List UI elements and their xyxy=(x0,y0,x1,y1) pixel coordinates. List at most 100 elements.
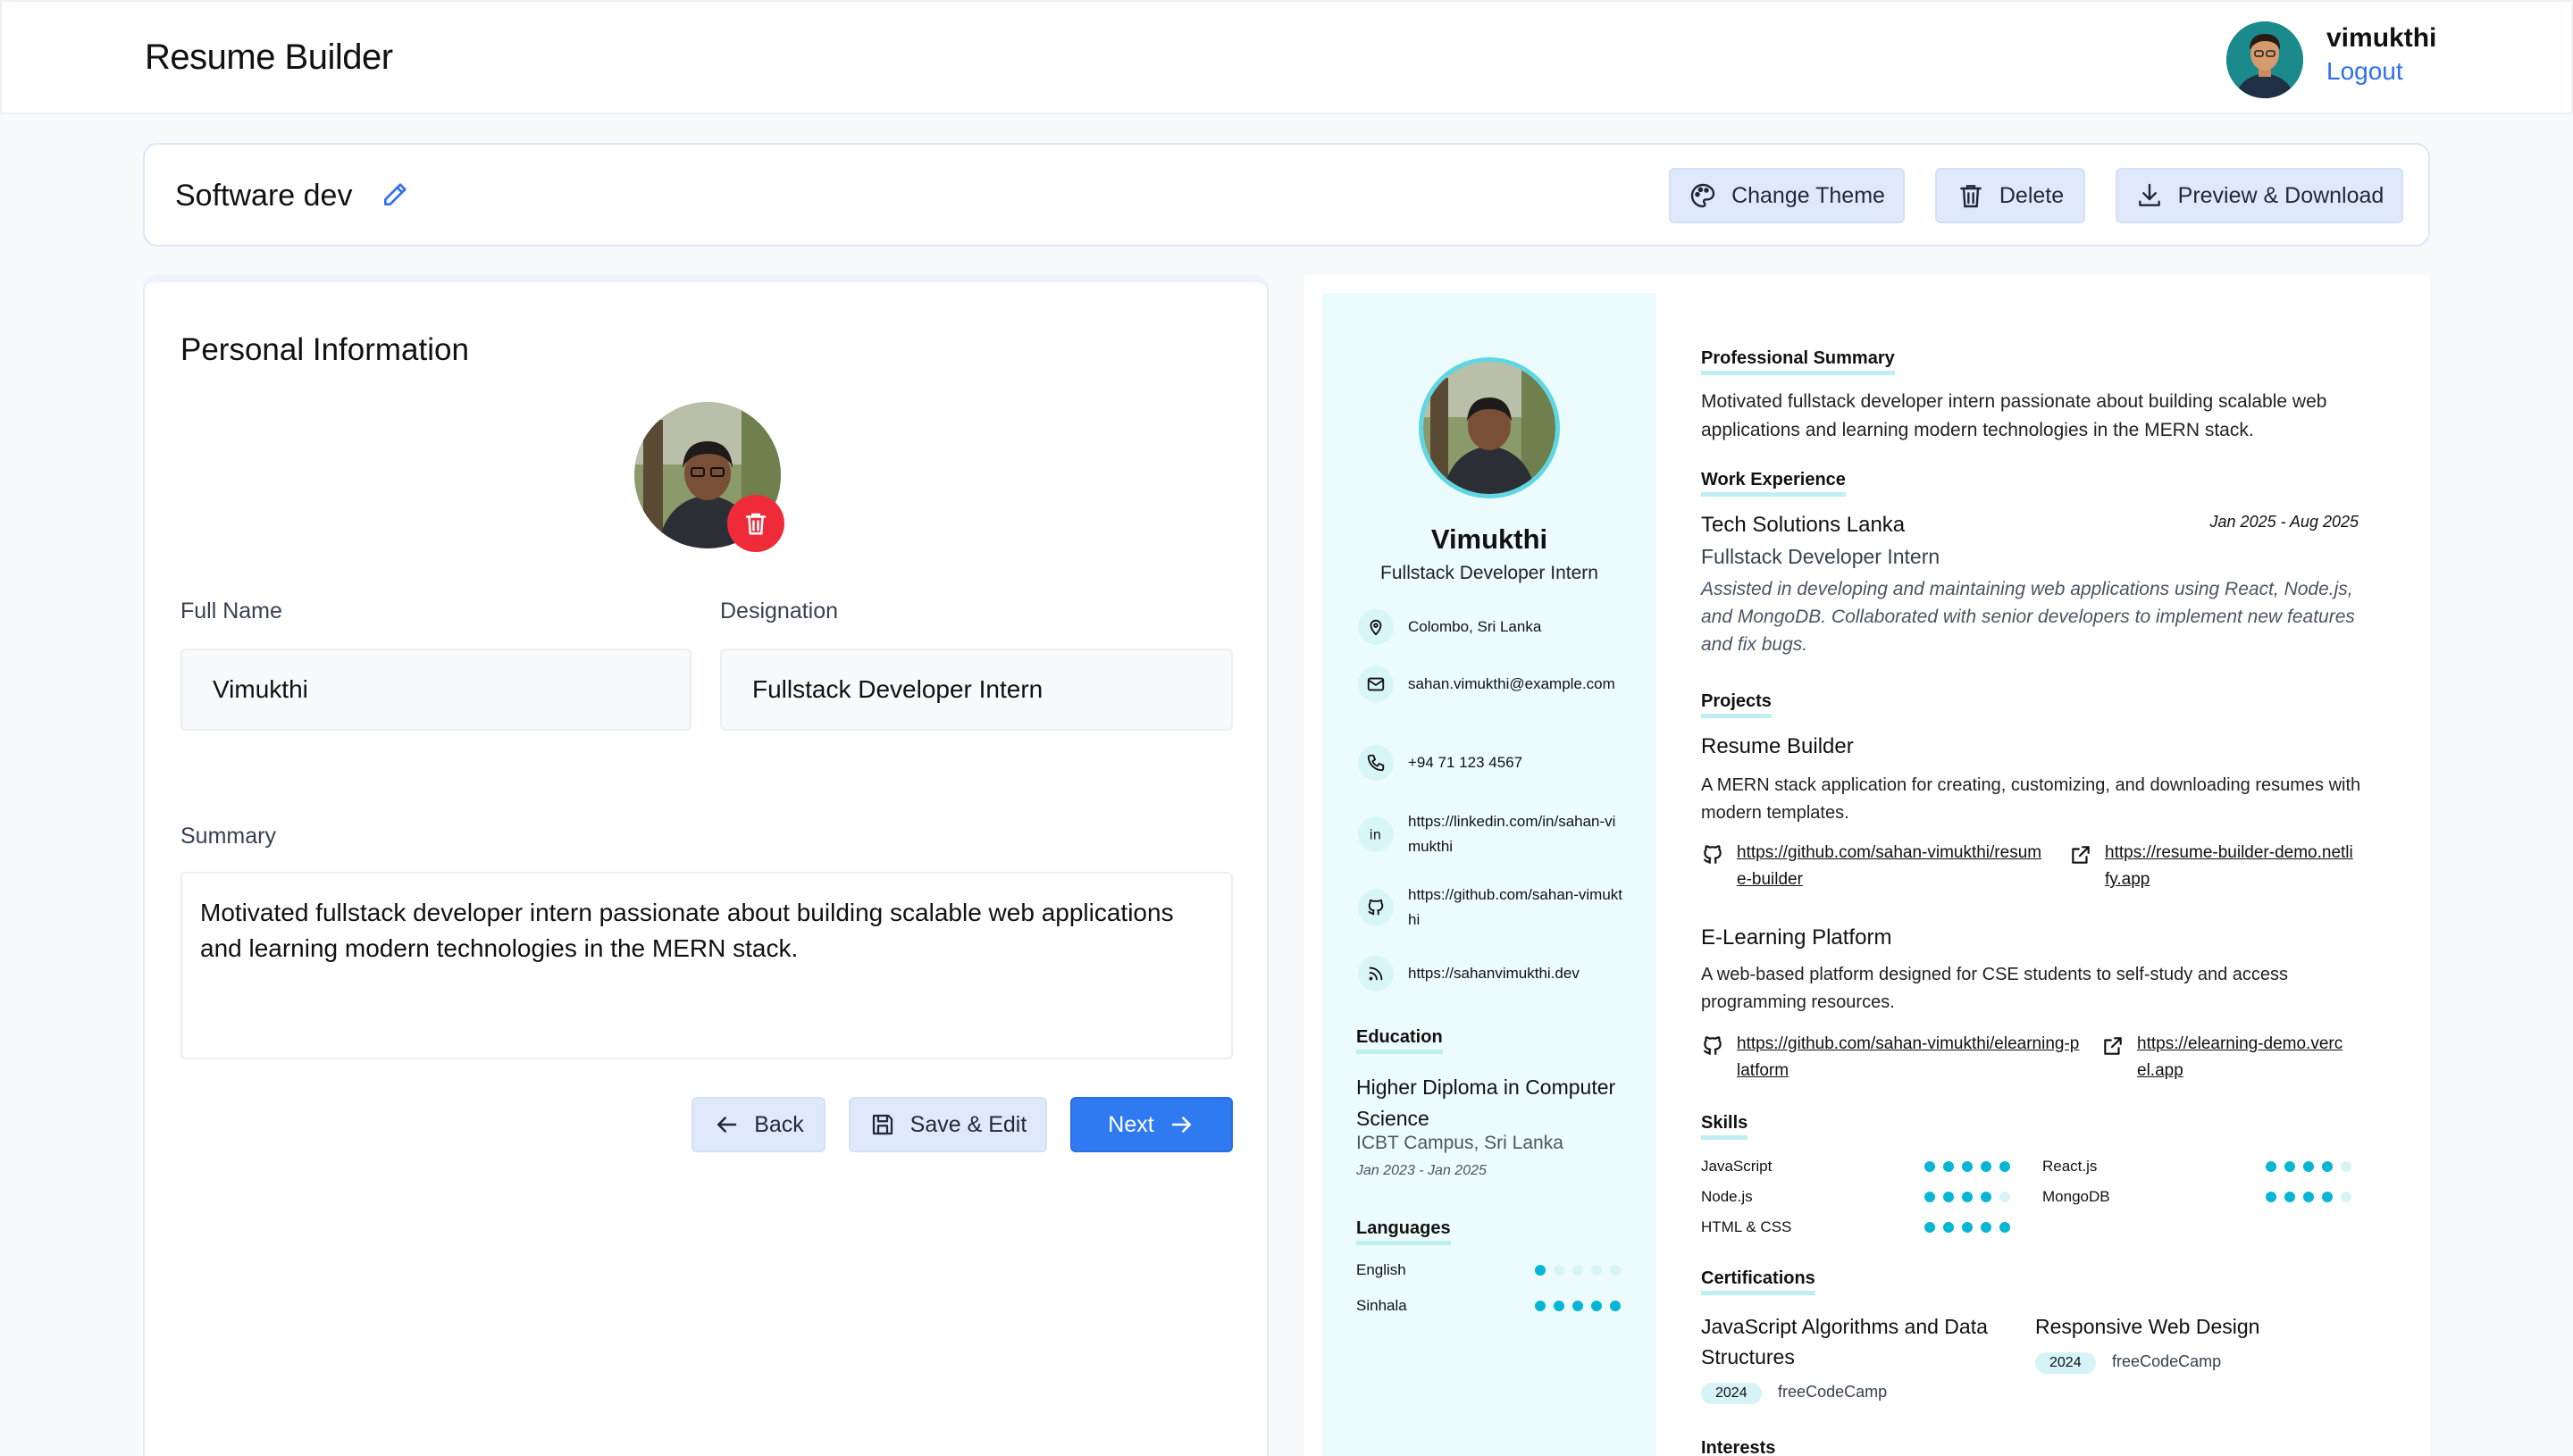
education-dates: Jan 2023 - Jan 2025 xyxy=(1356,1163,1487,1178)
designation-input[interactable]: Fullstack Developer Intern xyxy=(720,649,1233,731)
preview-download-button[interactable]: Preview & Download xyxy=(2116,168,2403,223)
linkedin-icon: in xyxy=(1358,816,1394,852)
project-description: A MERN stack application for creating, c… xyxy=(1701,775,2361,823)
resume-toolbar: Software dev Change Theme Delete Preview… xyxy=(143,143,2430,247)
summary-heading: Professional Summary xyxy=(1701,348,1895,375)
profile-photo[interactable] xyxy=(634,402,784,552)
project-github-link[interactable]: https://github.com/sahan-vimukthi/resume… xyxy=(1737,840,2046,893)
full-name-input[interactable]: Vimukthi xyxy=(180,649,691,731)
contact-phone: +94 71 123 4567 xyxy=(1358,745,1628,781)
rating-dot-filled xyxy=(2303,1192,2314,1202)
rating-dot-empty xyxy=(2341,1161,2351,1172)
preview-name: Vimukthi xyxy=(1430,523,1548,555)
certification-meta: 2024 freeCodeCamp xyxy=(1701,1383,1887,1404)
certification-title: Responsive Web Design xyxy=(2035,1315,2260,1338)
language-rating xyxy=(1535,1265,1621,1276)
rating-dot-empty xyxy=(1999,1192,2010,1202)
save-edit-button[interactable]: Save & Edit xyxy=(849,1097,1047,1152)
skill-name: Node.js xyxy=(1701,1188,1753,1205)
save-icon xyxy=(872,1114,893,1135)
project-live-link[interactable]: https://resume-builder-demo.netlify.app xyxy=(2105,840,2355,893)
rating-dot-filled xyxy=(1999,1161,2010,1172)
contact-github: https://github.com/sahan-vimukthi xyxy=(1358,883,1628,933)
contact-phone-text: +94 71 123 4567 xyxy=(1408,754,1523,771)
rating-dot-empty xyxy=(2341,1192,2351,1202)
rating-dot-filled xyxy=(1962,1222,1973,1233)
contact-website-text: https://sahanvimukthi.dev xyxy=(1408,965,1580,982)
certification-year: 2024 xyxy=(1701,1383,1762,1404)
summary-textarea[interactable]: Motivated fullstack developer intern pas… xyxy=(180,872,1233,1059)
contact-linkedin: in https://linkedin.com/in/sahan-vimukth… xyxy=(1358,809,1628,859)
back-button[interactable]: Back xyxy=(691,1097,826,1152)
trash-icon xyxy=(1959,185,1982,208)
rating-dot-filled xyxy=(1981,1161,1991,1172)
experience-description: Assisted in developing and maintaining w… xyxy=(1701,579,2355,655)
trash-icon xyxy=(745,513,767,535)
personal-info-form: Personal Information Full Name Vimukthi … xyxy=(143,275,1269,1456)
rating-dot-empty xyxy=(1572,1265,1583,1276)
education-degree: Higher Diploma in Computer Science xyxy=(1356,1075,1616,1130)
palette-icon xyxy=(1690,183,1715,208)
languages-heading: Languages xyxy=(1356,1218,1451,1245)
certifications-heading: Certifications xyxy=(1701,1268,1815,1295)
contact-location-text: Colombo, Sri Lanka xyxy=(1408,618,1542,635)
projects-heading: Projects xyxy=(1701,691,1772,718)
project-github: https://github.com/sahan-vimukthi/resume… xyxy=(1701,840,2058,893)
avatar[interactable] xyxy=(2226,21,2303,98)
rating-dot-filled xyxy=(2284,1192,2295,1202)
rating-dot-filled xyxy=(1981,1192,1991,1202)
rating-dot-filled xyxy=(2284,1161,2295,1172)
designation-label: Designation xyxy=(720,598,839,623)
logout-link[interactable]: Logout xyxy=(2326,57,2403,86)
skill-rating xyxy=(2266,1161,2351,1172)
delete-label: Delete xyxy=(1999,182,2065,208)
github-icon xyxy=(1704,1036,1722,1055)
rating-dot-filled xyxy=(1924,1161,1935,1172)
skill-rating xyxy=(1924,1192,2010,1202)
change-theme-button[interactable]: Change Theme xyxy=(1669,168,1905,223)
language-name: Sinhala xyxy=(1356,1297,1407,1314)
change-theme-label: Change Theme xyxy=(1731,182,1885,208)
project-live-link[interactable]: https://elearning-demo.vercel.app xyxy=(2137,1031,2351,1084)
project-github-link[interactable]: https://github.com/sahan-vimukthi/elearn… xyxy=(1737,1031,2082,1084)
certification-meta: 2024 freeCodeCamp xyxy=(2035,1352,2221,1374)
back-label: Back xyxy=(754,1111,804,1137)
interests-heading: Interests xyxy=(1701,1438,1775,1456)
project-live: https://resume-builder-demo.netlify.app xyxy=(2069,840,2364,893)
download-icon xyxy=(2138,183,2160,206)
rating-dot-filled xyxy=(2303,1161,2314,1172)
arrow-left-icon xyxy=(717,1117,737,1133)
project-description: A web-based platform designed for CSE st… xyxy=(1701,965,2289,1012)
rating-dot-filled xyxy=(2322,1161,2333,1172)
section-title: Personal Information xyxy=(180,332,469,367)
skill-name: React.js xyxy=(2042,1158,2098,1175)
summary-text: Motivated fullstack developer intern pas… xyxy=(1701,391,2327,440)
next-label: Next xyxy=(1108,1111,1154,1137)
rating-dot-filled xyxy=(1962,1161,1973,1172)
delete-button[interactable]: Delete xyxy=(1935,168,2085,223)
experience-dates: Jan 2025 - Aug 2025 xyxy=(2209,513,2359,531)
rating-dot-filled xyxy=(1924,1192,1935,1202)
email-icon xyxy=(1358,666,1394,702)
pencil-icon[interactable] xyxy=(381,180,409,209)
next-button[interactable]: Next xyxy=(1070,1097,1233,1152)
remove-photo-button[interactable] xyxy=(727,495,784,552)
rating-dot-filled xyxy=(1610,1301,1621,1311)
resume-preview: Vimukthi Fullstack Developer Intern Colo… xyxy=(1304,275,2430,1456)
certification-year: 2024 xyxy=(2035,1352,2096,1374)
skill-rating xyxy=(1924,1161,2010,1172)
language-name: English xyxy=(1356,1261,1406,1278)
external-link-icon xyxy=(2104,1037,2122,1055)
rating-dot-filled xyxy=(2266,1161,2276,1172)
rating-dot-filled xyxy=(1943,1161,1954,1172)
certification-org: freeCodeCamp xyxy=(2112,1352,2222,1370)
top-navbar: Resume Builder vimukthi Logout xyxy=(0,0,2573,114)
save-edit-label: Save & Edit xyxy=(909,1111,1027,1137)
contact-email-text: sahan.vimukthi@example.com xyxy=(1408,675,1615,692)
rating-dot-filled xyxy=(1943,1222,1954,1233)
rating-dot-filled xyxy=(1999,1222,2010,1233)
project-title: Resume Builder xyxy=(1701,734,1854,758)
rating-dot-filled xyxy=(1554,1301,1564,1311)
external-link-icon xyxy=(2072,846,2090,864)
rating-dot-filled xyxy=(2266,1192,2276,1202)
